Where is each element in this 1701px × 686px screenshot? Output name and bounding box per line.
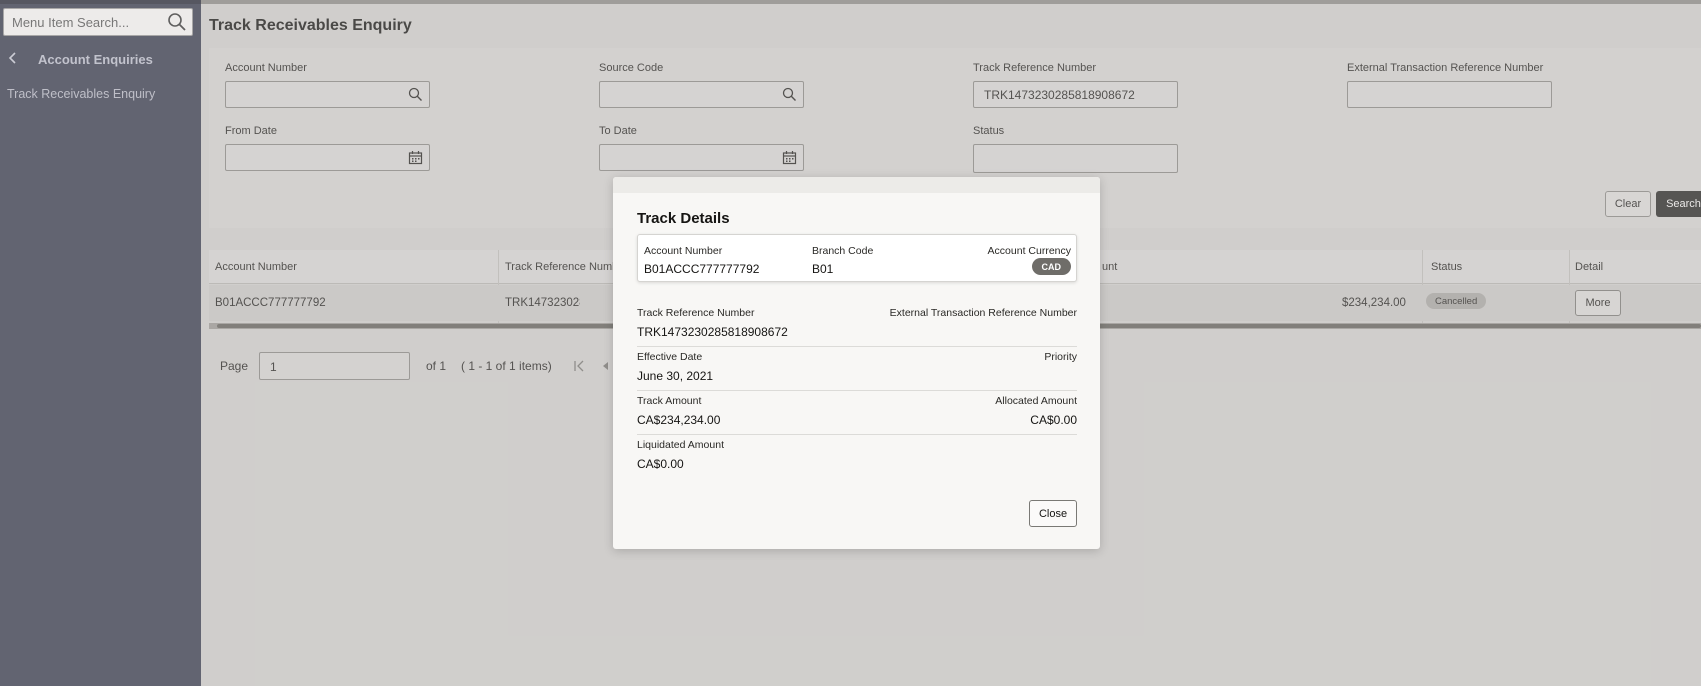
divider (637, 346, 1077, 347)
track-details-dialog: Track Details Account Number B01ACCC7777… (613, 177, 1100, 549)
allocated-amount-value: CA$0.00 (1030, 413, 1077, 427)
track-reference-number-value: TRK1473230285818908672 (637, 325, 788, 339)
allocated-amount-label: Allocated Amount (995, 395, 1077, 407)
effective-date-value: June 30, 2021 (637, 369, 714, 383)
liquidated-amount-value: CA$0.00 (637, 457, 684, 471)
close-button[interactable]: Close (1029, 500, 1077, 527)
account-number-value: B01ACCC777777792 (644, 262, 760, 276)
dialog-header-strip (613, 177, 1100, 193)
track-amount-label: Track Amount (637, 395, 702, 407)
priority-label: Priority (1044, 351, 1077, 363)
liquidated-amount-label: Liquidated Amount (637, 439, 724, 451)
external-transaction-reference-number-label: External Transaction Reference Number (889, 307, 1077, 319)
effective-date-label: Effective Date (637, 351, 703, 363)
track-amount-value: CA$234,234.00 (637, 413, 721, 427)
track-reference-number-label: Track Reference Number (637, 307, 755, 319)
branch-code-value: B01 (812, 262, 834, 276)
divider (637, 434, 1077, 435)
divider (637, 390, 1077, 391)
dialog-title: Track Details (637, 210, 730, 227)
branch-code-label: Branch Code (812, 245, 874, 257)
account-currency-label: Account Currency (987, 245, 1071, 257)
account-summary-card: Account Number B01ACCC777777792 Branch C… (637, 234, 1077, 282)
account-number-label: Account Number (644, 245, 723, 257)
currency-badge: CAD (1031, 258, 1071, 275)
